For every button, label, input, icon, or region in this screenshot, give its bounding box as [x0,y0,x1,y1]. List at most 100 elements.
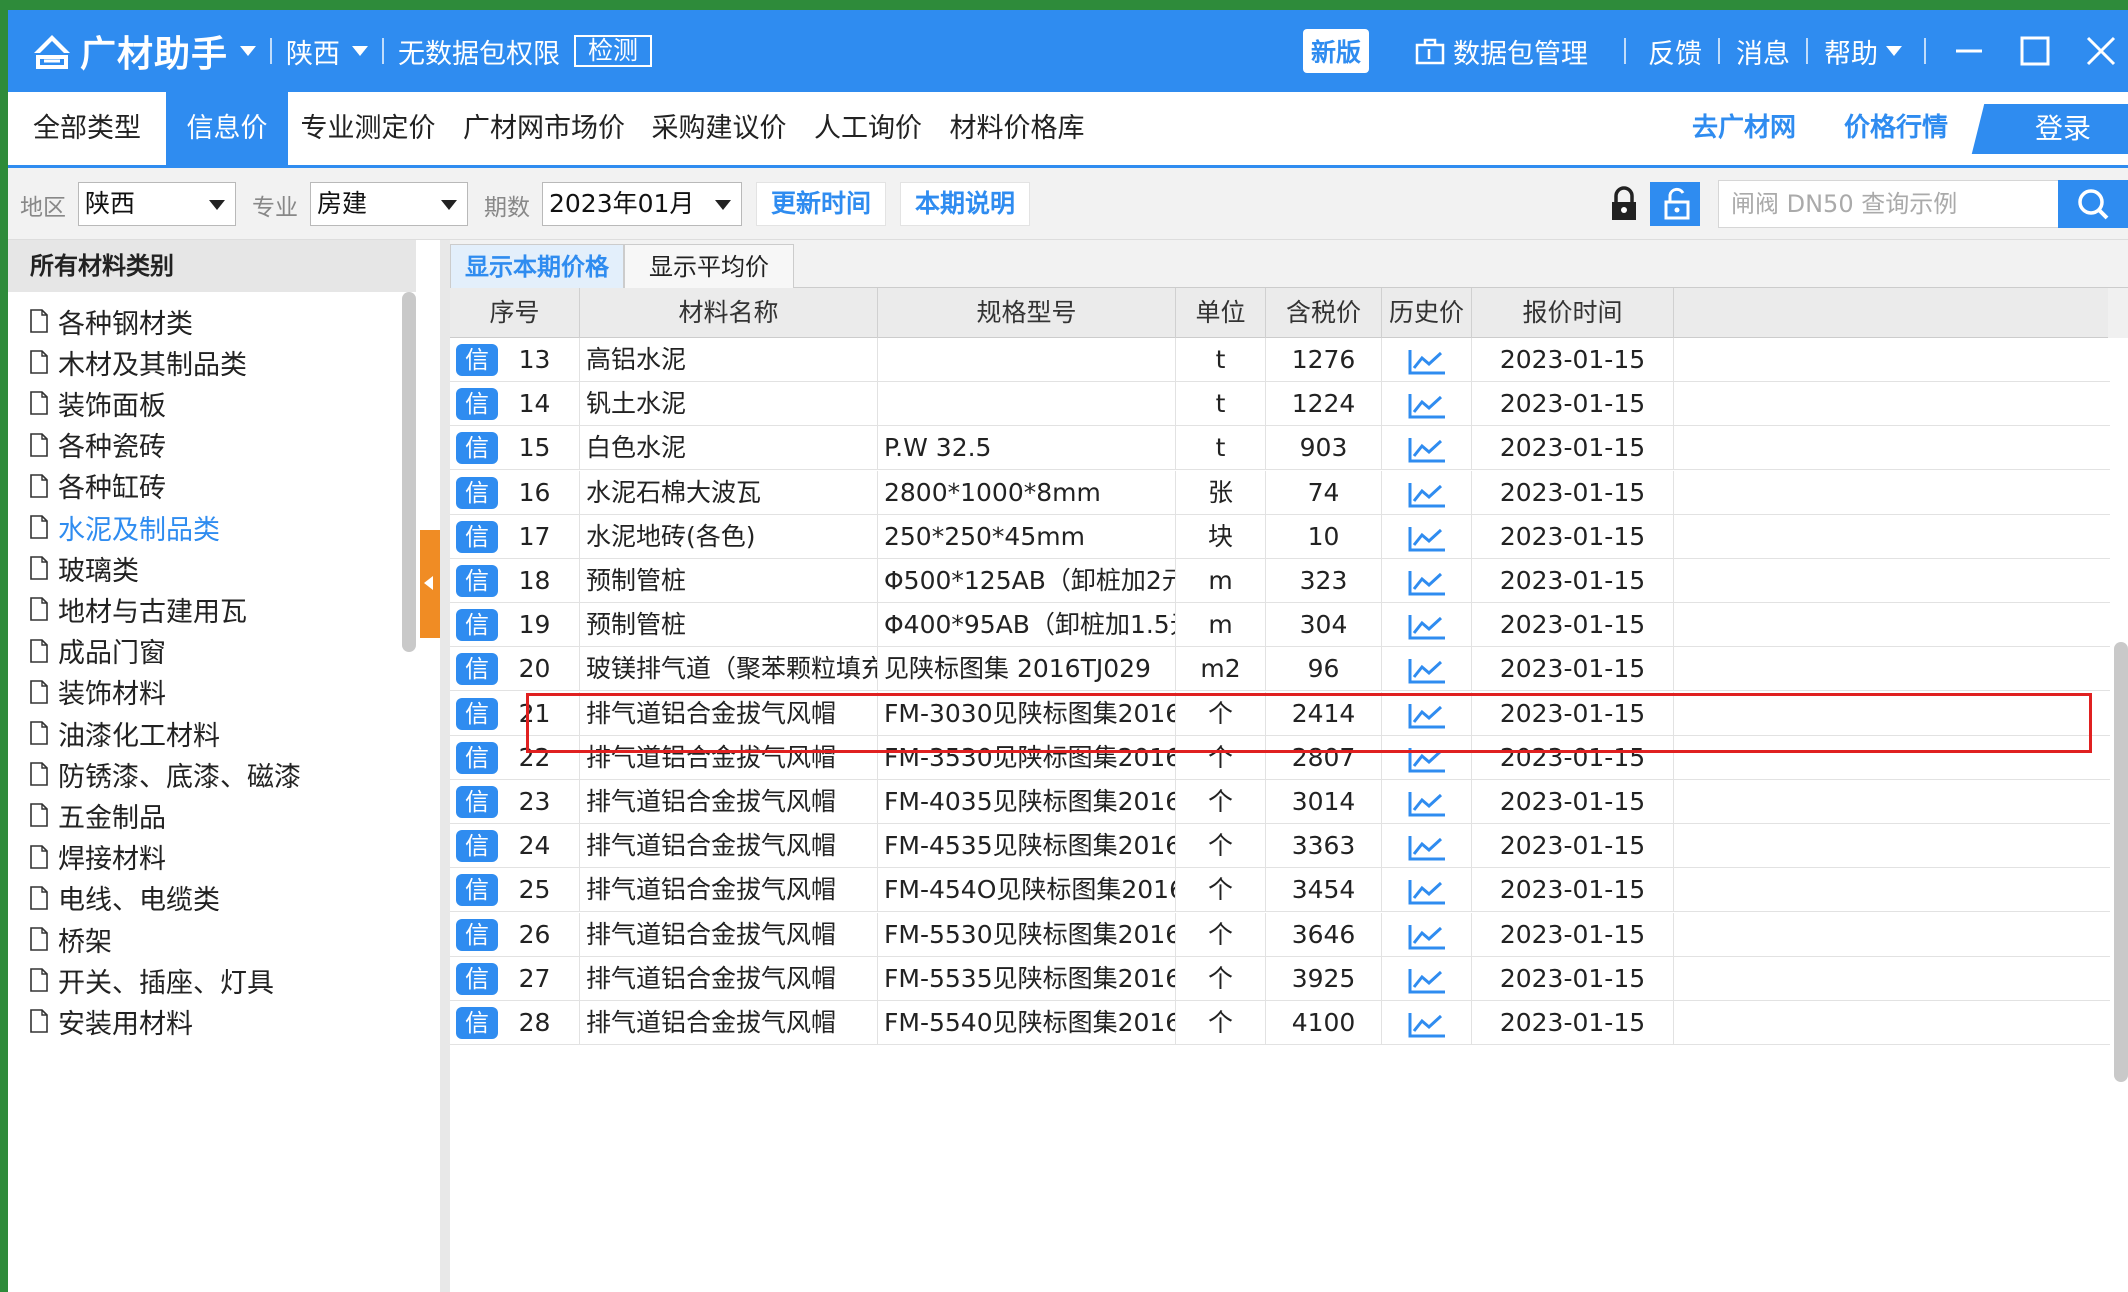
info-badge[interactable]: 信 [456,609,498,642]
cell-history[interactable] [1382,426,1472,471]
tab-current-price[interactable]: 显示本期价格 [450,244,624,288]
history-chart-icon[interactable] [1407,1009,1447,1038]
login-button[interactable]: 登录 [1998,104,2128,154]
cell-history[interactable] [1382,691,1472,736]
update-time-button[interactable]: 更新时间 [756,182,886,226]
info-badge[interactable]: 信 [456,344,498,376]
tab-manual-inquiry[interactable]: 人工询价 [806,92,930,165]
info-badge[interactable]: 信 [456,653,498,686]
history-chart-icon[interactable] [1407,744,1447,773]
col-header-no[interactable]: 序号 [450,288,580,338]
info-badge[interactable]: 信 [456,1007,498,1039]
table-row[interactable]: 信 23 排气道铝合金拔气风帽FM-4035见陕标图集2016TJ029个3014 2… [450,780,2110,824]
info-badge[interactable]: 信 [456,874,498,907]
history-chart-icon[interactable] [1407,876,1447,905]
goto-site-link[interactable]: 去广材网 [1692,92,1796,165]
cell-history[interactable] [1382,647,1472,692]
tab-material-library[interactable]: 材料价格库 [942,92,1092,165]
info-badge[interactable]: 信 [456,520,498,553]
tab-info-price[interactable]: 信息价 [166,92,288,165]
col-header-unit[interactable]: 单位 [1176,288,1266,338]
table-row[interactable]: 信 16 水泥石棉大波瓦 2800*1000*8mm 张 74 2023-01-15 [450,470,2110,515]
history-chart-icon[interactable] [1407,921,1447,950]
feedback-button[interactable]: 反馈 [1648,32,1702,71]
table-scrollbar[interactable] [2114,642,2128,1082]
cell-history[interactable] [1382,603,1472,648]
table-row[interactable]: 信 15 白色水泥 P.W 32.5 t 903 2023-01-15 [450,426,2110,471]
col-header-spec[interactable]: 规格型号 [878,288,1176,338]
table-row[interactable]: 信 18 预制管桩Φ500*125AB（卸桩加2元/米）m323 2023-01-15 [450,559,2110,603]
new-version-button[interactable]: 新版 [1302,29,1369,73]
history-chart-icon[interactable] [1407,390,1447,419]
table-row[interactable]: 信 21 排气道铝合金拔气风帽FM-3030见陕标图集2016TJ029个2414 2… [450,691,2110,736]
tab-average-price[interactable]: 显示平均价 [624,244,794,288]
chevron-down-icon[interactable] [352,46,369,56]
tab-all-types[interactable]: 全部类型 [8,92,166,165]
history-chart-icon[interactable] [1407,567,1447,596]
history-chart-icon[interactable] [1407,479,1447,508]
check-button[interactable]: 检测 [574,35,653,67]
help-button[interactable]: 帮助 [1824,32,1902,71]
table-row[interactable]: 信 20 玻镁排气道（聚苯颗粒填充）见陕标图集 2016TJ029m296 2023-… [450,647,2110,692]
info-badge[interactable]: 信 [456,388,498,421]
messages-button[interactable]: 消息 [1736,32,1790,71]
history-chart-icon[interactable] [1407,832,1447,861]
history-chart-icon[interactable] [1407,434,1447,463]
minimize-icon[interactable] [1952,34,1986,68]
cell-history[interactable] [1382,956,1472,1001]
info-badge[interactable]: 信 [456,476,498,509]
cell-history[interactable] [1382,470,1472,515]
chevron-down-icon[interactable] [240,46,257,56]
cell-history[interactable] [1382,912,1472,957]
info-badge[interactable]: 信 [456,830,498,863]
table-row[interactable]: 信 22 排气道铝合金拔气风帽FM-3530见陕标图集2016TJ029个2807 2… [450,735,2110,780]
specialty-select[interactable]: 房建 [310,182,468,226]
col-header-history[interactable]: 历史价 [1382,288,1472,338]
table-row[interactable]: 信 24 排气道铝合金拔气风帽FM-4535见陕标图集2016TJ029个3363 2… [450,824,2110,869]
history-chart-icon[interactable] [1407,788,1447,817]
table-row[interactable]: 信 17 水泥地砖(各色) 250*250*45mm 块 10 2023-01-15 [450,514,2110,559]
tab-market-price[interactable]: 广材网市场价 [456,92,632,165]
region-switch[interactable]: 陕西 [286,32,340,71]
info-badge[interactable]: 信 [456,565,498,597]
period-note-button[interactable]: 本期说明 [900,182,1030,226]
table-row[interactable]: 信 13 高铝水泥 t 1276 2023-01-15 [450,338,2110,382]
cell-history[interactable] [1382,382,1472,427]
cell-history[interactable] [1382,514,1472,559]
info-badge[interactable]: 信 [456,962,498,995]
info-badge[interactable]: 信 [456,786,498,818]
period-select[interactable]: 2023年01月 [542,182,742,226]
col-header-date[interactable]: 报价时间 [1472,288,1674,338]
tab-purchase-advice[interactable]: 采购建议价 [644,92,794,165]
info-badge[interactable]: 信 [456,432,498,465]
history-chart-icon[interactable] [1407,655,1447,684]
info-badge[interactable]: 信 [456,918,498,951]
history-chart-icon[interactable] [1407,611,1447,640]
tab-professional-price[interactable]: 专业测定价 [292,92,444,165]
close-icon[interactable] [2084,34,2118,68]
info-badge[interactable]: 信 [456,741,498,774]
history-chart-icon[interactable] [1407,346,1447,375]
table-row[interactable]: 信 26 排气道铝合金拔气风帽FM-5530见陕标图集2016TJ029个3646 2… [450,912,2110,957]
info-badge[interactable]: 信 [456,697,498,730]
history-chart-icon[interactable] [1407,700,1447,729]
cell-history[interactable] [1382,1001,1472,1045]
collapse-sidebar-button[interactable] [420,530,440,638]
search-button[interactable] [2058,180,2128,228]
cell-history[interactable] [1382,338,1472,382]
region-select[interactable]: 陕西 [78,182,236,226]
cell-history[interactable] [1382,868,1472,913]
maximize-icon[interactable] [2018,34,2052,68]
cell-history[interactable] [1382,735,1472,780]
cell-history[interactable] [1382,559,1472,603]
table-row[interactable]: 信 14 钒土水泥 t 1224 2023-01-15 [450,382,2110,427]
data-package-button[interactable]: 数据包管理 [1415,32,1588,71]
cell-history[interactable] [1382,780,1472,824]
history-chart-icon[interactable] [1407,523,1447,552]
sidebar-item[interactable]: 安装用材料 [30,993,193,1049]
sidebar-scrollbar[interactable] [402,292,416,652]
lock-icon[interactable] [1602,182,1646,226]
table-row[interactable]: 信 19 预制管桩Φ400*95AB（卸桩加1.5元/米）m304 2023-01-1… [450,603,2110,648]
unlock-icon[interactable] [1650,182,1700,226]
table-row[interactable]: 信 28 排气道铝合金拔气风帽FM-5540见陕标图集2016TJ029个4100 2… [450,1001,2110,1045]
